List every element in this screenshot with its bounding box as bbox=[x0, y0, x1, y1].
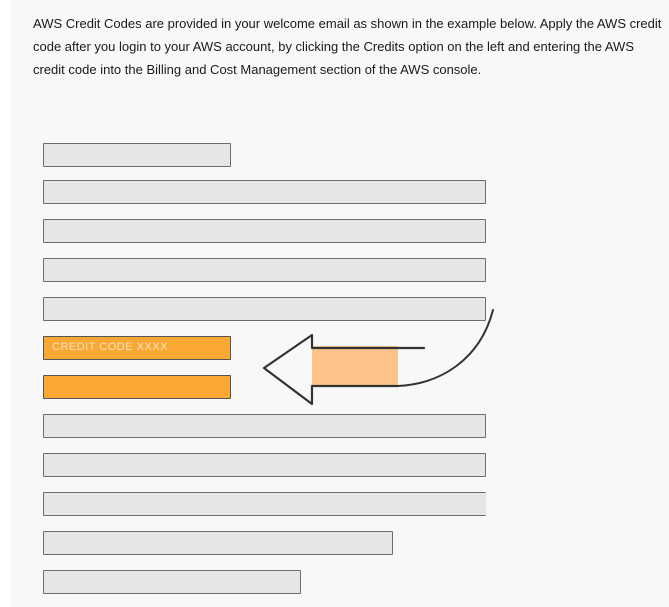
curved-arrow-icon bbox=[262, 309, 494, 406]
arrow-shaft bbox=[312, 346, 398, 386]
